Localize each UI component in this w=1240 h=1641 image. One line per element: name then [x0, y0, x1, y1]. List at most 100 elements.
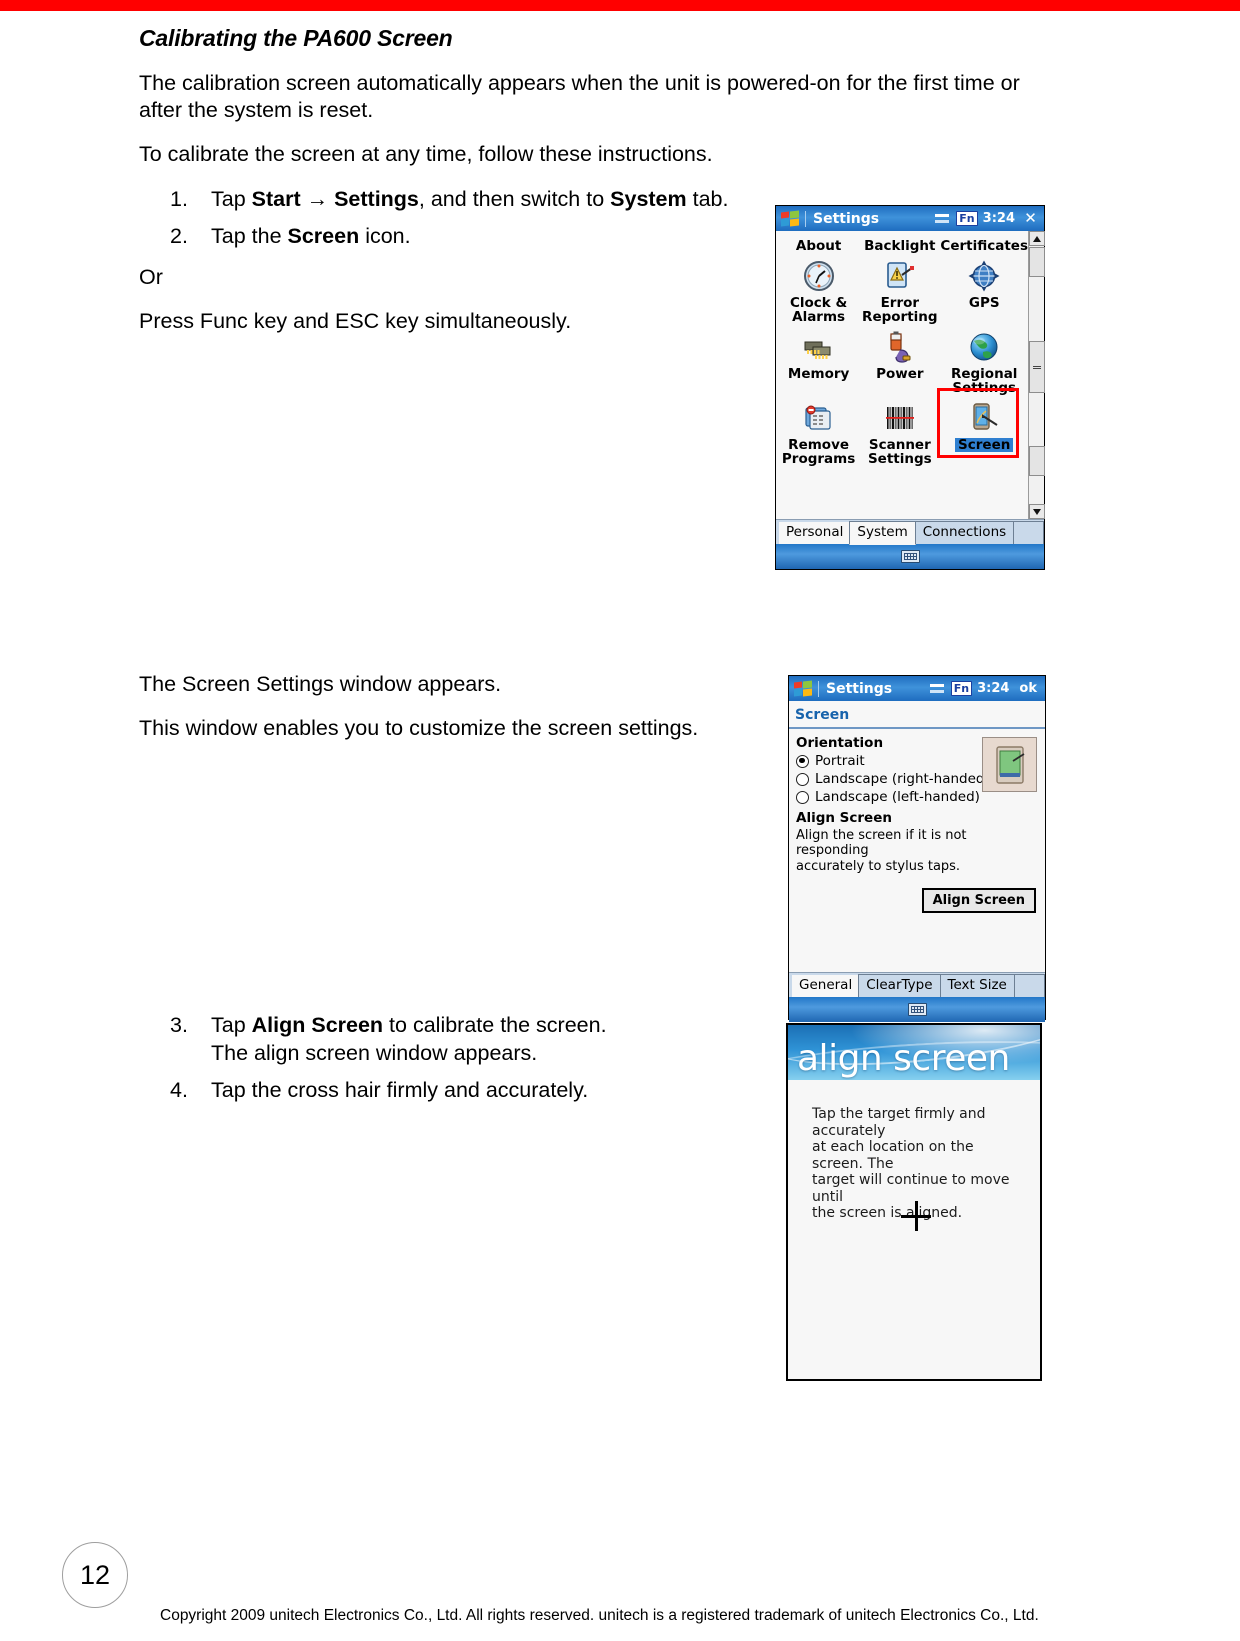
radio-icon[interactable]: [796, 772, 809, 786]
step-bold-align-screen: Align Screen: [251, 1013, 384, 1037]
screen-page-title: Screen: [795, 707, 850, 723]
align-screen-banner: align screen: [788, 1025, 1040, 1080]
page-footer: 12 Copyright 2009 unitech Electronics Co…: [0, 1521, 1240, 1641]
list-item: 4. Tap the cross hair firmly and accurate…: [139, 1076, 759, 1104]
tabstrip-filler: [1013, 974, 1045, 997]
grid-header-backlight[interactable]: Backlight: [859, 235, 940, 255]
settings-item-regional-settings[interactable]: Regional Settings: [940, 326, 1028, 397]
titlebar-divider: [805, 210, 806, 227]
scroll-up-arrow-icon[interactable]: [1029, 231, 1045, 246]
crosshair-target-icon[interactable]: [901, 1201, 931, 1231]
step-bold-system: System: [610, 187, 687, 211]
steps-list-bottom: 3. Tap Align Screen to calibrate the scre…: [139, 1011, 759, 1104]
settings-item-remove-programs[interactable]: Remove Programs: [778, 397, 859, 468]
clock-label[interactable]: 3:24: [983, 211, 1015, 226]
fn-indicator-icon: Fn: [950, 681, 973, 696]
settings-tabstrip: Personal System Connections: [776, 519, 1044, 545]
windows-logo-icon: [794, 679, 813, 697]
settings-item-label: Scanner Settings: [867, 437, 932, 467]
page-number-badge: 12: [62, 1542, 128, 1608]
settings-title-label: Settings: [813, 210, 880, 227]
radio-label: Landscape (right-handed): [815, 771, 990, 787]
tab-system[interactable]: System: [849, 521, 916, 545]
screen-soft-input-bar: [789, 997, 1045, 1022]
fn-indicator-icon: Fn: [956, 211, 978, 226]
keyboard-icon[interactable]: [900, 550, 920, 563]
titlebar-status-area: Fn 3:24 ✕: [935, 210, 1039, 227]
align-group-label: Align Screen: [796, 810, 892, 826]
settings-item-error-reporting[interactable]: Error Reporting: [859, 255, 940, 326]
step-text-post: to calibrate the screen.: [383, 1013, 607, 1037]
steps-list-bottom-wrap: 3. Tap Align Screen to calibrate the scre…: [139, 1011, 759, 1113]
tabstrip-filler: [1013, 521, 1044, 544]
list-item: 3. Tap Align Screen to calibrate the scre…: [139, 1011, 759, 1067]
step-bold-settings: Settings: [334, 187, 419, 211]
grid-header-certificates[interactable]: Certificates: [940, 235, 1028, 255]
clock-label[interactable]: 3:24: [977, 681, 1009, 696]
screen-page-header: Screen: [789, 701, 1045, 729]
scroll-down-arrow-icon[interactable]: [1029, 504, 1045, 519]
step-number: 1.: [170, 187, 188, 211]
step-text: Tap the cross hair firmly and accurately…: [211, 1078, 589, 1102]
settings-item-label: Error Reporting: [862, 295, 938, 325]
screen-settings-customize: This window enables you to customize the…: [139, 716, 699, 740]
settings-soft-input-bar: [776, 544, 1044, 569]
grid-header-about[interactable]: About: [778, 235, 859, 255]
tab-connections[interactable]: Connections: [914, 521, 1015, 544]
tab-text-size[interactable]: Text Size: [939, 974, 1015, 997]
radio-label: Landscape (left-handed): [815, 789, 980, 805]
tab-cleartype[interactable]: ClearType: [858, 974, 941, 997]
settings-titlebar: Settings Fn 3:24 ✕: [776, 206, 1044, 231]
tab-personal[interactable]: Personal: [779, 522, 851, 544]
tab-general[interactable]: General: [792, 975, 860, 997]
settings-item-label: Clock & Alarms: [789, 295, 848, 325]
scrollbar-thumb-top[interactable]: [1029, 247, 1045, 277]
settings-item-label: Power: [876, 366, 924, 382]
titlebar-divider: [818, 680, 819, 697]
keyboard-icon[interactable]: [907, 1003, 927, 1016]
scrollbar-track-block[interactable]: [1029, 446, 1045, 476]
radio-icon[interactable]: [796, 790, 809, 804]
scrollbar-thumb[interactable]: [1029, 341, 1045, 393]
memory-icon: [802, 330, 836, 364]
ok-button[interactable]: ok: [1016, 681, 1040, 696]
align-button-row: Align Screen: [796, 888, 1038, 913]
screen-settings-description: The Screen Settings window appears. This…: [139, 671, 739, 759]
settings-item-label: GPS: [968, 295, 1000, 311]
align-hint-line-2: accurately to stylus taps.: [796, 859, 961, 874]
copyright-notice: Copyright 2009 unitech Electronics Co., …: [160, 1607, 1039, 1624]
power-icon: [883, 330, 917, 364]
connectivity-icon[interactable]: [929, 682, 946, 696]
settings-system-screenshot: Settings Fn 3:24 ✕ About Backlight Certi…: [775, 205, 1045, 570]
remove-programs-icon: [802, 401, 836, 435]
orientation-preview: [982, 737, 1037, 792]
settings-item-label: Regional Settings: [950, 366, 1018, 396]
intro-paragraph-1: The calibration screen automatically app…: [139, 71, 1020, 122]
page-top-rule: [0, 0, 1240, 11]
settings-item-clock-alarms[interactable]: Clock & Alarms: [778, 255, 859, 326]
align-screen-button[interactable]: Align Screen: [921, 888, 1036, 913]
screen-tabstrip: General ClearType Text Size: [789, 972, 1045, 997]
step-text-post: icon.: [359, 224, 411, 248]
screen-titlebar: Settings Fn 3:24 ok: [789, 676, 1045, 701]
radio-icon[interactable]: [796, 754, 809, 768]
step-arrow: →: [300, 187, 335, 211]
connectivity-icon[interactable]: [935, 212, 951, 226]
settings-item-screen[interactable]: Screen: [940, 397, 1028, 468]
settings-item-memory[interactable]: Memory: [778, 326, 859, 397]
settings-item-gps[interactable]: GPS: [940, 255, 1028, 326]
settings-item-scanner-settings[interactable]: Scanner Settings: [859, 397, 940, 468]
settings-item-label: Remove Programs: [781, 437, 856, 467]
close-icon[interactable]: ✕: [1022, 210, 1039, 227]
settings-scrollbar[interactable]: [1028, 231, 1045, 519]
screen-settings-body: Orientation Portrait Landscape (right-ha…: [789, 729, 1045, 972]
step-text-pre: Tap: [211, 1013, 252, 1037]
settings-icon-grid: About Backlight Certificates Clock & Ala…: [776, 231, 1030, 468]
intro-paragraph-2: To calibrate the screen at any time, fol…: [139, 142, 713, 166]
settings-item-power[interactable]: Power: [859, 326, 940, 397]
screen-settings-appears: The Screen Settings window appears.: [139, 672, 502, 696]
step-bold-screen: Screen: [287, 224, 360, 248]
step-number: 3.: [170, 1013, 188, 1037]
step-number: 2.: [170, 224, 188, 248]
step-text-mid: , and then switch to: [418, 187, 611, 211]
